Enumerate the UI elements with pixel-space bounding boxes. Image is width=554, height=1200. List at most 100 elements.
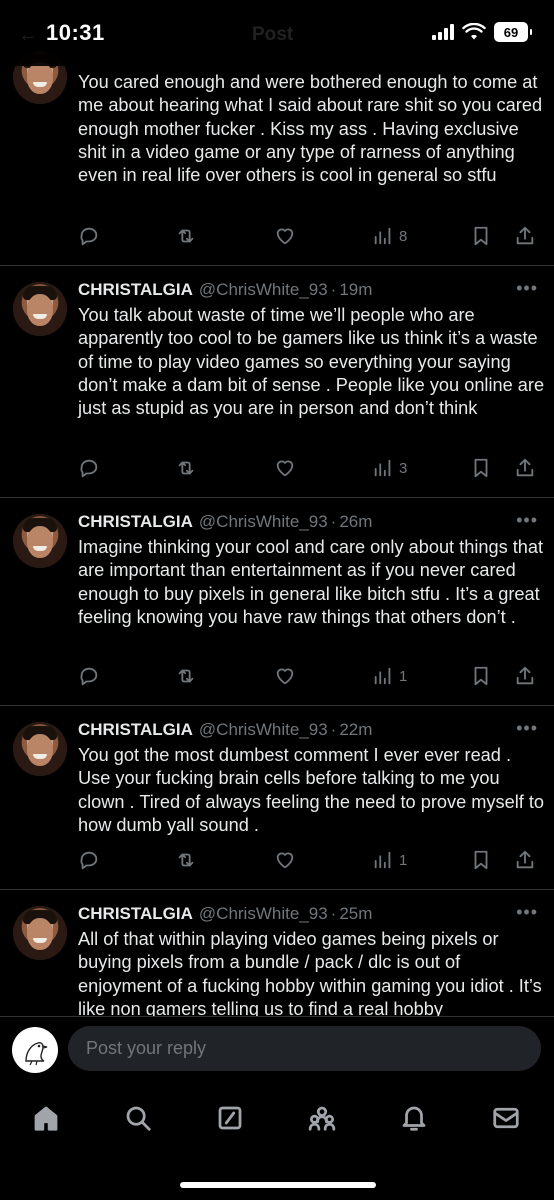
share-button[interactable] [514, 847, 536, 873]
nav-messages[interactable] [486, 1098, 526, 1138]
reply-button[interactable] [78, 847, 100, 873]
author-handle[interactable]: @ChrisWhite_93 [199, 280, 328, 299]
share-icon [516, 226, 534, 245]
post-time: 19m [339, 280, 373, 299]
avatar[interactable] [13, 722, 67, 776]
more-icon[interactable]: ••• [516, 278, 538, 299]
repost-icon [178, 461, 194, 475]
reply-icon [80, 459, 98, 478]
user-avatar[interactable] [12, 1027, 58, 1073]
post-actions: 8 [78, 223, 544, 249]
bookmark-button[interactable] [470, 663, 492, 689]
post-text: You talk about waste of time we’ll peopl… [78, 305, 545, 419]
author-name[interactable]: CHRISTALGIA [78, 720, 193, 739]
bookmark-icon [474, 666, 488, 686]
share-icon [516, 850, 534, 869]
share-button[interactable] [514, 223, 536, 249]
share-button[interactable] [514, 663, 536, 689]
home-icon [34, 1106, 58, 1131]
post-header: CHRISTALGIA @ChrisWhite_93 · 26m [78, 512, 372, 532]
home-indicator [180, 1182, 376, 1188]
more-icon[interactable]: ••• [516, 718, 538, 739]
post-actions: 1 [78, 663, 544, 689]
reply-icon [80, 667, 98, 686]
views-icon [374, 667, 391, 685]
bookmark-button[interactable] [470, 455, 492, 481]
post-time: 25m [339, 904, 373, 923]
author-handle[interactable]: @ChrisWhite_93 [199, 720, 328, 739]
bottom-nav [0, 1084, 554, 1200]
like-button[interactable] [274, 223, 296, 249]
more-icon[interactable]: ••• [516, 510, 538, 531]
post[interactable]: CHRISTALGIA @ChrisWhite_93 · 25m ••• All of… [0, 890, 554, 1016]
reply-button[interactable] [78, 223, 100, 249]
reply-button[interactable] [78, 663, 100, 689]
nav-grok[interactable] [210, 1098, 250, 1138]
more-icon[interactable]: ••• [516, 902, 538, 923]
bird-avatar-icon [25, 1042, 48, 1066]
post-header: CHRISTALGIA @ChrisWhite_93 · 25m [78, 904, 372, 924]
views-count: 3 [399, 459, 408, 477]
bookmark-icon [474, 850, 488, 870]
messages-icon [493, 1107, 519, 1129]
notifications-icon [402, 1106, 426, 1131]
back-arrow-icon[interactable]: ← [18, 24, 38, 47]
post-header: CHRISTALGIA @ChrisWhite_93 · 22m [78, 720, 372, 740]
separator: · [330, 720, 337, 739]
nav-notifications[interactable] [394, 1098, 434, 1138]
bookmark-button[interactable] [470, 223, 492, 249]
share-button[interactable] [514, 455, 536, 481]
post-time: 22m [339, 720, 373, 739]
author-handle[interactable]: @ChrisWhite_93 [199, 904, 328, 923]
status-bar: ← Post 10:31 69 [0, 0, 554, 66]
repost-button[interactable] [175, 455, 197, 481]
views-button[interactable]: 1 [372, 663, 407, 689]
heart-icon [276, 668, 294, 685]
views-count: 8 [399, 227, 408, 245]
avatar[interactable] [13, 906, 67, 960]
repost-icon [178, 229, 194, 243]
grok-icon [218, 1106, 242, 1130]
avatar[interactable] [13, 514, 67, 568]
nav-search[interactable] [118, 1098, 158, 1138]
author-name[interactable]: CHRISTALGIA [78, 904, 193, 923]
avatar[interactable] [13, 282, 67, 336]
views-button[interactable]: 8 [372, 223, 407, 249]
search-icon [126, 1106, 151, 1131]
repost-button[interactable] [175, 847, 197, 873]
author-name[interactable]: CHRISTALGIA [78, 280, 193, 299]
views-icon [374, 459, 391, 477]
nav-home[interactable] [26, 1098, 66, 1138]
author-handle[interactable]: @ChrisWhite_93 [199, 512, 328, 531]
repost-icon [178, 669, 194, 683]
share-icon [516, 666, 534, 685]
author-name[interactable]: CHRISTALGIA [78, 512, 193, 531]
post-actions: 3 [78, 455, 544, 481]
repost-button[interactable] [175, 663, 197, 689]
post-header: CHRISTALGIA @ChrisWhite_93 · 19m [78, 280, 372, 300]
reply-button[interactable] [78, 455, 100, 481]
repost-button[interactable] [175, 223, 197, 249]
post-text: You got the most dumbest comment I ever … [78, 745, 545, 835]
communities-icon [308, 1106, 336, 1131]
like-button[interactable] [274, 847, 296, 873]
like-button[interactable] [274, 455, 296, 481]
bookmark-button[interactable] [470, 847, 492, 873]
heart-icon [276, 228, 294, 245]
reply-icon [80, 227, 98, 246]
share-icon [516, 458, 534, 477]
views-icon [374, 227, 391, 245]
views-button[interactable]: 3 [372, 455, 407, 481]
views-button[interactable]: 1 [372, 847, 407, 873]
nav-communities[interactable] [302, 1098, 342, 1138]
post-text: You cared enough and were bothered enoug… [78, 72, 543, 186]
views-count: 1 [399, 667, 408, 685]
post-text: All of that within playing video games b… [78, 929, 542, 1016]
wifi-icon [462, 23, 486, 40]
post[interactable]: CHRISTALGIA @ChrisWhite_93 · 26m ••• Imagin… [0, 498, 554, 706]
like-button[interactable] [274, 663, 296, 689]
post[interactable]: CHRISTALGIA @ChrisWhite_93 · 22m ••• You go… [0, 706, 554, 890]
post[interactable]: CHRISTALGIA @ChrisWhite_93 · 19m ••• You ta… [0, 266, 554, 498]
post-text: Imagine thinking your cool and care only… [78, 537, 544, 627]
reply-input[interactable] [68, 1026, 541, 1071]
